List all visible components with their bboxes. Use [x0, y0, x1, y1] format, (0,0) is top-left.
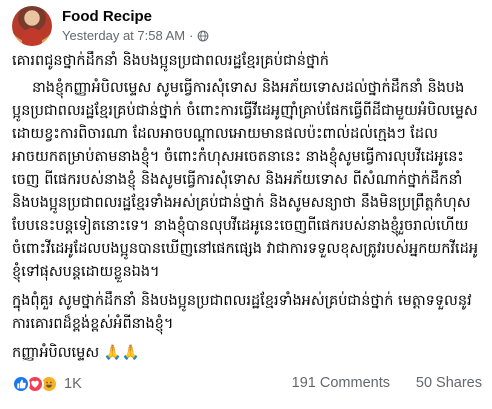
post-title: គោរពជូនថ្នាក់ដឹកនាំ និងបងប្អូនប្រជាពលរដ្… [12, 53, 329, 69]
shares-count[interactable]: 50 Shares [416, 375, 482, 391]
post-meta: Yesterday at 7:58 AM · [62, 28, 209, 43]
post-header: Food Recipe Yesterday at 7:58 AM · [12, 6, 482, 46]
facebook-post: Food Recipe Yesterday at 7:58 AM · គោរពជ… [0, 0, 492, 409]
author-name[interactable]: Food Recipe [62, 8, 152, 25]
globe-icon [198, 30, 209, 41]
post-paragraph-2: ក្នុងពុំគួរ សូមថ្នាក់ដឹកនាំ និងបងប្អូនប្… [12, 293, 472, 332]
reactions-count[interactable]: 1K [64, 376, 82, 392]
post-signature: កញ្ញាអំបិលម្ទេស 🙏🙏 [12, 345, 140, 361]
page-avatar[interactable] [12, 6, 52, 46]
post-stats: 1K 191 Comments 50 Shares [12, 372, 482, 400]
post-paragraph-1: នាងខ្ញុំកញ្ញាអំបិលម្ទេស សូមធ្វើការសុំទោស… [12, 80, 479, 280]
post-content: គោរពជូនថ្នាក់ដឹកនាំ និងបងប្អូនប្រជាពលរដ្… [12, 50, 482, 371]
comments-count[interactable]: 191 Comments [292, 375, 390, 391]
reactions-summary[interactable]: 1K [12, 375, 82, 393]
like-icon [12, 375, 30, 393]
timestamp[interactable]: Yesterday at 7:58 AM [62, 28, 185, 43]
meta-separator: · [189, 28, 194, 43]
